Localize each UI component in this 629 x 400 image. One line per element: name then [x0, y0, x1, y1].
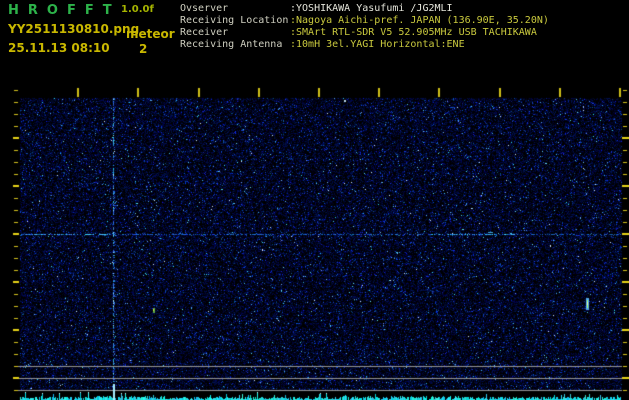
info-value: :10mH 3el.YAGI Horizontal:ENE — [290, 39, 465, 50]
observer-info-row: Receiving Antenna :10mH 3el.YAGI Horizont… — [180, 39, 629, 50]
info-value: :SMArt RTL-SDR V5 52.905MHz USB TACHIKAW… — [290, 27, 537, 38]
output-filename: YY2511130810.png — [8, 22, 140, 36]
info-value: :YOSHIKAWA Yasufumi /JG2MLI — [290, 3, 453, 14]
info-value: :Nagoya Aichi-pref. JAPAN (136.90E, 35.2… — [290, 15, 549, 26]
info-label: Receiving Antenna — [180, 39, 283, 50]
app-title: HROFFT — [8, 3, 121, 18]
meteor-echo-count: 2 — [139, 42, 148, 56]
observer-info-row: Receiver :SMArt RTL-SDR V5 52.905MHz USB … — [180, 27, 629, 38]
info-label: Ovserver — [180, 3, 229, 14]
app-version: 1.0.0f — [121, 4, 154, 15]
info-label: Receiving Location — [180, 15, 289, 26]
hrofft-screen: HROFFT 1.0.0f YY2511130810.png meteor 25… — [0, 0, 629, 400]
observer-info-row: Ovserver :YOSHIKAWA Yasufumi /JG2MLI — [180, 3, 629, 14]
observation-timestamp: 25.11.13 08:10 — [8, 41, 110, 55]
observer-info-row: Receiving Location:Nagoya Aichi-pref. JA… — [180, 15, 629, 26]
spectrogram-canvas — [0, 76, 629, 400]
observation-mode: meteor — [126, 27, 175, 41]
info-label: Receiver — [180, 27, 229, 38]
